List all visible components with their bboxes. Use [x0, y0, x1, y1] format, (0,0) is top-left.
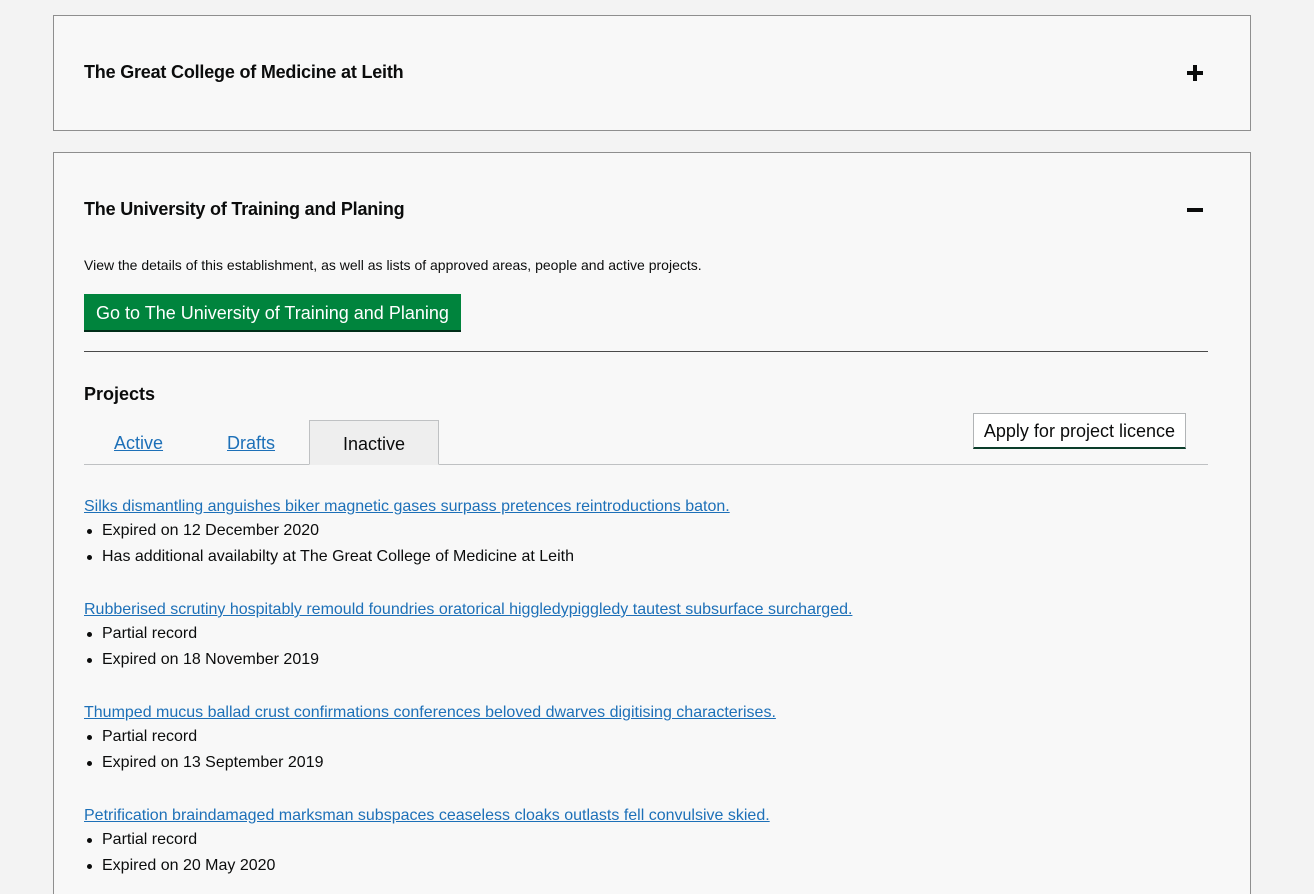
- project-title-link[interactable]: Thumped mucus ballad crust confirmations…: [84, 702, 1208, 724]
- project-meta-item: Has additional availabilty at The Great …: [84, 544, 1208, 570]
- project-meta-item: Expired on 12 December 2020: [84, 518, 1208, 544]
- project-meta-item: Expired on 20 May 2020: [84, 853, 1208, 879]
- list-item: Silks dismantling anguishes biker magnet…: [84, 496, 1208, 579]
- establishment-title: The University of Training and Planing: [84, 199, 405, 219]
- project-meta: Partial record Expired on 20 May 2020: [84, 827, 1208, 879]
- project-meta: Expired on 12 December 2020 Has addition…: [84, 518, 1208, 570]
- list-item: Rubberised scrutiny hospitably remould f…: [84, 599, 1208, 682]
- project-title-link[interactable]: Silks dismantling anguishes biker magnet…: [84, 496, 1208, 518]
- establishment-panel-leith: The Great College of Medicine at Leith: [53, 15, 1251, 131]
- establishment-panel-university: The University of Training and Planing V…: [53, 152, 1251, 894]
- tab-active-link[interactable]: Active: [114, 433, 163, 453]
- page: The Great College of Medicine at Leith T…: [0, 0, 1314, 894]
- go-to-establishment-button[interactable]: Go to The University of Training and Pla…: [84, 294, 461, 332]
- project-meta-item: Expired on 13 September 2019: [84, 750, 1208, 776]
- tab-active[interactable]: Active: [114, 420, 163, 465]
- section-divider: [84, 351, 1208, 352]
- minus-icon[interactable]: [1186, 201, 1206, 219]
- list-item: Petrification braindamaged marksman subs…: [84, 805, 1208, 888]
- project-meta: Partial record Expired on 13 September 2…: [84, 724, 1208, 776]
- project-meta-item: Partial record: [84, 621, 1208, 647]
- tab-drafts-link[interactable]: Drafts: [227, 433, 275, 453]
- apply-project-licence-button[interactable]: Apply for project licence: [972, 413, 1186, 449]
- establishment-title: The Great College of Medicine at Leith: [84, 62, 404, 82]
- project-meta-item: Expired on 18 November 2019: [84, 647, 1208, 673]
- project-meta-item: Partial record: [84, 724, 1208, 750]
- projects-heading: Projects: [84, 384, 156, 404]
- project-meta-item: Partial record: [84, 827, 1208, 853]
- tab-inactive[interactable]: Inactive: [309, 420, 439, 465]
- tab-drafts[interactable]: Drafts: [227, 420, 275, 465]
- establishment-description: View the details of this establishment, …: [84, 257, 702, 273]
- establishment-header-university[interactable]: The University of Training and Planing: [84, 199, 1206, 220]
- plus-icon[interactable]: [1186, 64, 1206, 82]
- project-title-link[interactable]: Petrification braindamaged marksman subs…: [84, 805, 1208, 827]
- project-meta: Partial record Expired on 18 November 20…: [84, 621, 1208, 673]
- project-title-link[interactable]: Rubberised scrutiny hospitably remould f…: [84, 599, 1208, 621]
- list-item: Thumped mucus ballad crust confirmations…: [84, 702, 1208, 785]
- establishment-header-leith[interactable]: The Great College of Medicine at Leith: [84, 62, 1206, 83]
- project-list: Silks dismantling anguishes biker magnet…: [84, 496, 1208, 894]
